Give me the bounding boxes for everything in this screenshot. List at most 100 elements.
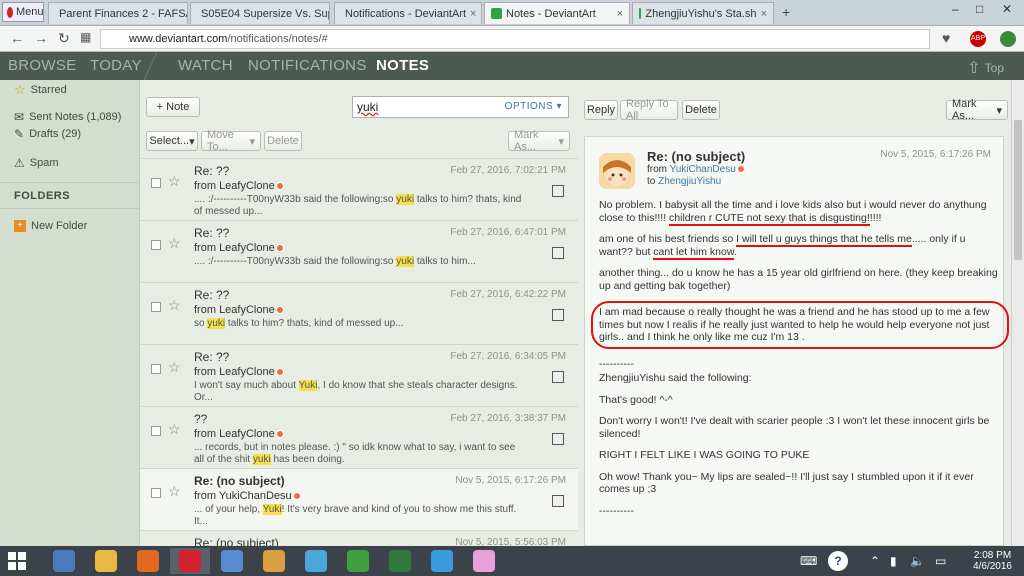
options-dropdown[interactable]: OPTIONS ▾ bbox=[505, 101, 562, 112]
notification-chevron-icon[interactable]: ⌃ bbox=[870, 554, 880, 568]
search-input[interactable]: yuki bbox=[357, 100, 378, 114]
minimize-icon[interactable]: – bbox=[952, 2, 959, 16]
page-scrollbar[interactable] bbox=[1011, 80, 1024, 546]
heart-icon[interactable]: ♥ bbox=[942, 30, 950, 46]
mark-as-message-dropdown[interactable]: Mark As... ▾ bbox=[946, 98, 1008, 122]
url-field[interactable]: www.deviantart.com/notifications/notes/# bbox=[100, 29, 930, 49]
close-icon[interactable]: × bbox=[617, 8, 623, 20]
notes-search[interactable]: yuki OPTIONS ▾ bbox=[352, 96, 569, 118]
row-checkbox[interactable] bbox=[151, 302, 161, 312]
nav-watch[interactable]: WATCH bbox=[178, 57, 233, 74]
browser-tab[interactable]: Parent Finances 2 - FAFSA × bbox=[48, 2, 188, 24]
star-icon[interactable]: ☆ bbox=[168, 235, 181, 252]
volume-icon[interactable]: 🔈 bbox=[910, 554, 925, 568]
sender-link[interactable]: YukiChanDesu bbox=[670, 164, 736, 175]
browser-tab[interactable]: S05E04 Supersize Vs. Supe × bbox=[190, 2, 330, 24]
taskbar-app-icon[interactable] bbox=[254, 548, 294, 574]
taskbar-app-icon[interactable] bbox=[170, 548, 210, 574]
note-row[interactable]: ☆ Re: ?? Feb 27, 2016, 6:47:01 PM from Leaf… bbox=[140, 220, 578, 282]
forward-icon[interactable]: → bbox=[34, 30, 48, 46]
taskbar-app-icon[interactable] bbox=[128, 548, 168, 574]
clock-date: 4/6/2016 bbox=[973, 561, 1012, 572]
star-icon[interactable]: ☆ bbox=[168, 173, 181, 190]
note-snippet: .... :/----------T00nyW33b said the foll… bbox=[194, 256, 524, 268]
recipient-link[interactable]: ZhengjiuYishu bbox=[658, 176, 721, 187]
new-note-button[interactable]: + Note bbox=[146, 97, 200, 117]
select-dropdown[interactable]: Select... ▾ bbox=[146, 131, 198, 151]
delete-message-button[interactable]: Delete bbox=[682, 100, 720, 120]
message-paragraph-circled: I am mad because o really thought he was… bbox=[591, 301, 1009, 349]
nav-notes[interactable]: NOTES bbox=[376, 57, 429, 74]
star-icon[interactable]: ☆ bbox=[168, 297, 181, 314]
taskbar-app-icon[interactable] bbox=[44, 548, 84, 574]
search-highlight: yuki bbox=[252, 454, 271, 465]
text: . bbox=[733, 245, 737, 258]
scrollbar-thumb[interactable] bbox=[1014, 120, 1022, 260]
sender-name[interactable]: LeafyClone bbox=[219, 180, 275, 192]
network-icon[interactable]: ▮ bbox=[890, 554, 897, 568]
row-checkbox[interactable] bbox=[151, 488, 161, 498]
note-row[interactable]: ☆ Re: ?? Feb 27, 2016, 6:42:22 PM from Leaf… bbox=[140, 282, 578, 344]
star-icon[interactable]: ☆ bbox=[168, 421, 181, 438]
taskbar-app-icon[interactable] bbox=[296, 548, 336, 574]
star-icon: ☆ bbox=[14, 82, 26, 97]
keyboard-icon[interactable]: ⌨ bbox=[800, 554, 817, 568]
new-tab-icon[interactable]: + bbox=[782, 4, 790, 20]
note-row[interactable]: ☆ Re: ?? Feb 27, 2016, 7:02:21 PM from Leaf… bbox=[140, 158, 578, 220]
avatar[interactable] bbox=[599, 153, 635, 189]
underlined-text: children r CUTE not sexy that is disgust… bbox=[669, 211, 870, 226]
maximize-icon[interactable]: □ bbox=[976, 2, 983, 16]
back-icon[interactable]: ← bbox=[10, 30, 24, 46]
reply-all-button[interactable]: Reply To All bbox=[620, 98, 678, 122]
row-checkbox[interactable] bbox=[151, 178, 161, 188]
help-icon[interactable]: ? bbox=[828, 551, 848, 571]
delete-button[interactable]: Delete bbox=[264, 131, 302, 151]
taskbar-app-icon[interactable] bbox=[464, 548, 504, 574]
extension-icon[interactable] bbox=[1000, 31, 1016, 47]
nav-today[interactable]: TODAY bbox=[90, 57, 142, 74]
sidebar-item-sent-notes[interactable]: ✉ Sent Notes (1,089) bbox=[14, 110, 121, 124]
reload-icon[interactable]: ↻ bbox=[58, 30, 70, 47]
taskbar-app-icon[interactable] bbox=[86, 548, 126, 574]
sidebar-item-spam[interactable]: ⚠ Spam bbox=[14, 156, 59, 170]
sidebar-item-starred[interactable]: ☆ Starred bbox=[14, 82, 67, 98]
row-checkbox[interactable] bbox=[151, 426, 161, 436]
browser-tab-active[interactable]: Notes - DeviantArt × bbox=[484, 2, 630, 24]
new-folder-button[interactable]: + New Folder bbox=[14, 220, 87, 232]
taskbar-clock[interactable]: 2:08 PM 4/6/2016 bbox=[973, 550, 1012, 572]
star-icon[interactable]: ☆ bbox=[168, 359, 181, 376]
taskbar-app-icon[interactable] bbox=[338, 548, 378, 574]
sender-name[interactable]: LeafyClone bbox=[219, 366, 275, 378]
star-icon[interactable]: ☆ bbox=[168, 483, 181, 500]
user-badge-icon bbox=[736, 165, 745, 174]
sidebar-item-drafts[interactable]: ✎ Drafts (29) bbox=[14, 127, 81, 141]
taskbar-app-icon[interactable] bbox=[212, 548, 252, 574]
browser-menu-button[interactable]: Menu bbox=[2, 2, 44, 22]
taskbar-app-icon[interactable] bbox=[380, 548, 420, 574]
top-link[interactable]: ⇧ Top bbox=[967, 58, 1004, 78]
reply-button[interactable]: Reply bbox=[584, 100, 618, 120]
start-button[interactable] bbox=[8, 552, 26, 570]
note-row[interactable]: ☆ Re: (no subject) Nov 5, 2015, 6:17:26 PM… bbox=[140, 468, 578, 530]
row-checkbox[interactable] bbox=[151, 240, 161, 250]
sender-name[interactable]: LeafyClone bbox=[219, 242, 275, 254]
close-icon[interactable]: × bbox=[761, 8, 767, 20]
sender-name[interactable]: LeafyClone bbox=[219, 428, 275, 440]
sender-name[interactable]: LeafyClone bbox=[219, 304, 275, 316]
adblock-icon[interactable]: ABP bbox=[970, 31, 986, 47]
close-icon[interactable]: × bbox=[470, 8, 476, 20]
note-row[interactable]: ☆ Re: ?? Feb 27, 2016, 6:34:05 PM from Leaf… bbox=[140, 344, 578, 406]
row-checkbox[interactable] bbox=[151, 364, 161, 374]
move-to-dropdown[interactable]: Move To... ▾ bbox=[201, 129, 261, 153]
sender-name[interactable]: YukiChanDesu bbox=[219, 490, 292, 502]
browser-tab[interactable]: Notifications - DeviantArt × bbox=[334, 2, 482, 24]
note-row[interactable]: ☆?? Feb 27, 2016, 3:38:37 PM from LeafyClo… bbox=[140, 406, 578, 468]
browser-tab[interactable]: ZhengjiuYishu's Sta.sh × bbox=[632, 2, 774, 24]
close-window-icon[interactable]: ✕ bbox=[1002, 2, 1012, 16]
taskbar-app-icon[interactable] bbox=[422, 548, 462, 574]
battery-icon[interactable]: ▭ bbox=[935, 554, 946, 568]
nav-browse[interactable]: BROWSE bbox=[8, 57, 76, 74]
nav-notifications[interactable]: NOTIFICATIONS bbox=[248, 57, 367, 74]
speed-dial-icon[interactable]: ▦ bbox=[80, 30, 91, 44]
mark-as-dropdown[interactable]: Mark As... ▾ bbox=[508, 129, 570, 153]
